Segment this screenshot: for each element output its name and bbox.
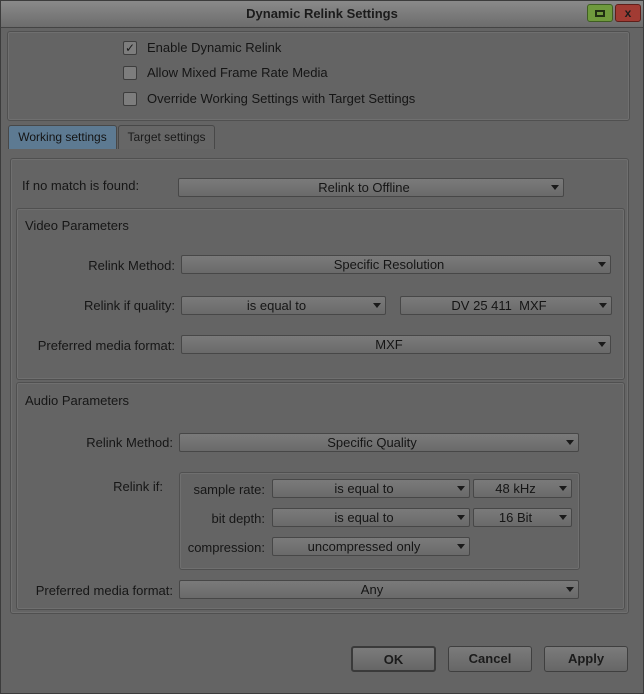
sample-rate-value-dropdown[interactable]: 48 kHz	[473, 479, 572, 498]
video-relink-method-dropdown[interactable]: Specific Resolution	[181, 255, 611, 274]
bit-depth-value-dropdown[interactable]: 16 Bit	[473, 508, 572, 527]
no-match-label: If no match is found:	[22, 178, 140, 193]
chevron-down-icon	[457, 486, 465, 491]
quality-operator-value: is equal to	[246, 298, 307, 313]
sample-rate-value: 48 kHz	[495, 481, 536, 496]
audio-relink-method-dropdown[interactable]: Specific Quality	[179, 433, 579, 452]
bit-depth-value: 16 Bit	[498, 510, 533, 525]
chevron-down-icon	[598, 262, 606, 267]
chevron-down-icon	[566, 587, 574, 592]
tab-target-settings[interactable]: Target settings	[118, 125, 215, 149]
video-preferred-format-dropdown[interactable]: MXF	[181, 335, 611, 354]
video-relink-method-value: Specific Resolution	[333, 257, 445, 272]
chevron-down-icon	[599, 303, 607, 308]
maximize-button[interactable]	[587, 4, 613, 22]
window-title: Dynamic Relink Settings	[246, 6, 398, 21]
no-match-dropdown[interactable]: Relink to Offline	[178, 178, 564, 197]
allow-mixed-frame-rate-label: Allow Mixed Frame Rate Media	[147, 65, 328, 80]
chevron-down-icon	[559, 515, 567, 520]
compression-label: compression:	[187, 540, 265, 555]
quality-operator-dropdown[interactable]: is equal to	[181, 296, 386, 315]
audio-parameters-title: Audio Parameters	[25, 393, 130, 408]
relink-if-quality-label: Relink if quality:	[83, 298, 175, 313]
video-parameters-title: Video Parameters	[25, 218, 129, 233]
video-relink-method-label: Relink Method:	[88, 258, 175, 273]
quality-resolution-value: DV 25 411 MXF	[451, 298, 547, 313]
video-preferred-format-value: MXF	[375, 337, 403, 352]
chevron-down-icon	[457, 544, 465, 549]
override-working-settings-checkbox[interactable]	[123, 92, 137, 106]
no-match-value: Relink to Offline	[318, 180, 410, 195]
chevron-down-icon	[373, 303, 381, 308]
chevron-down-icon	[566, 440, 574, 445]
audio-relink-method-value: Specific Quality	[327, 435, 417, 450]
allow-mixed-frame-rate-checkbox[interactable]	[123, 66, 137, 80]
chevron-down-icon	[551, 185, 559, 190]
sample-rate-operator-value: is equal to	[334, 481, 394, 496]
sample-rate-label: sample rate:	[193, 482, 265, 497]
maximize-icon	[595, 10, 605, 17]
enable-dynamic-relink-label: Enable Dynamic Relink	[147, 40, 282, 55]
chevron-down-icon	[559, 486, 567, 491]
sample-rate-operator-dropdown[interactable]: is equal to	[272, 479, 470, 498]
close-button[interactable]: x	[615, 4, 641, 22]
compression-dropdown[interactable]: uncompressed only	[272, 537, 470, 556]
cancel-button[interactable]: Cancel	[448, 646, 532, 672]
compression-value: uncompressed only	[307, 539, 421, 554]
override-working-settings-label: Override Working Settings with Target Se…	[147, 91, 416, 106]
ok-button[interactable]: OK	[351, 646, 436, 672]
bit-depth-label: bit depth:	[211, 511, 266, 526]
audio-preferred-format-value: Any	[360, 582, 384, 597]
video-preferred-format-label: Preferred media format:	[37, 338, 175, 353]
dynamic-relink-dialog: Dynamic Relink Settings x ✓ Enable Dynam…	[0, 0, 644, 694]
chevron-down-icon	[457, 515, 465, 520]
title-bar[interactable]: Dynamic Relink Settings x	[1, 1, 643, 28]
audio-relink-method-label: Relink Method:	[86, 435, 173, 450]
apply-button[interactable]: Apply	[544, 646, 628, 672]
quality-resolution-dropdown[interactable]: DV 25 411 MXF	[400, 296, 612, 315]
audio-preferred-format-label: Preferred media format:	[35, 583, 173, 598]
tab-working-settings[interactable]: Working settings	[8, 125, 117, 149]
chevron-down-icon	[598, 342, 606, 347]
bit-depth-operator-value: is equal to	[334, 510, 394, 525]
video-parameters-group	[16, 208, 625, 380]
audio-preferred-format-dropdown[interactable]: Any	[179, 580, 579, 599]
enable-dynamic-relink-checkbox[interactable]: ✓	[123, 41, 137, 55]
bit-depth-operator-dropdown[interactable]: is equal to	[272, 508, 470, 527]
close-icon: x	[624, 6, 632, 20]
audio-relink-if-label: Relink if:	[113, 479, 163, 494]
